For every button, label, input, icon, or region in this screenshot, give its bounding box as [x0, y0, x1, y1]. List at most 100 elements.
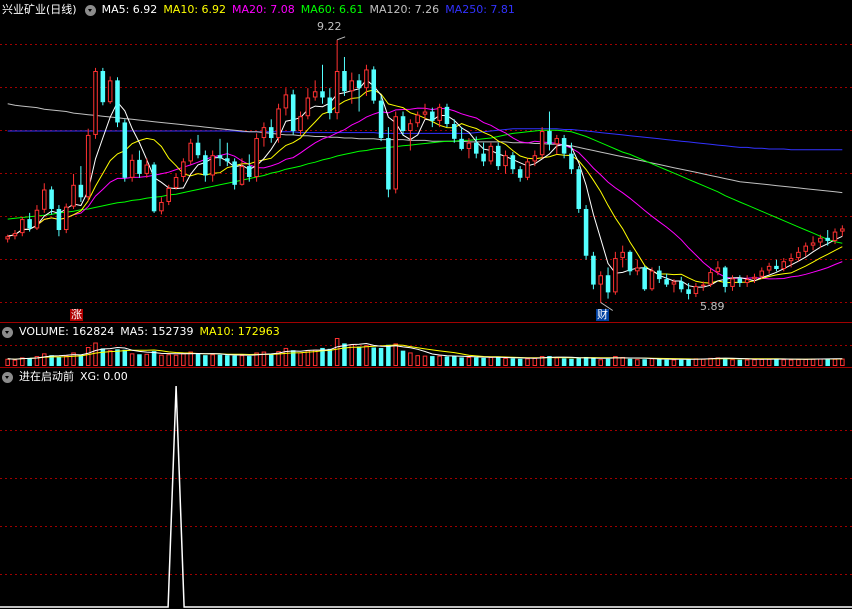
volume-bar [693, 358, 699, 366]
volume-bar [386, 344, 391, 366]
candle-body [203, 155, 208, 176]
volume-bar [356, 346, 362, 366]
candle-body [715, 267, 721, 273]
volume-label: VOLUME: 162824 [19, 325, 115, 338]
volume-bar [774, 358, 779, 366]
cai-event-tag[interactable]: 财 [596, 309, 609, 321]
volume-bar [664, 359, 669, 366]
candle-body [481, 153, 486, 162]
candle-body [268, 127, 274, 139]
candle-body [737, 278, 743, 284]
ma250-label: MA250: 7.81 [445, 3, 515, 16]
zhang-event-tag[interactable]: 涨 [70, 309, 83, 321]
candle-body [693, 286, 699, 294]
candle-body [613, 258, 618, 293]
candle-body [473, 142, 479, 154]
candle-body [166, 187, 172, 202]
candle-body [525, 161, 530, 178]
candle-body [85, 134, 91, 198]
candle-body [803, 245, 809, 252]
volume-bar [159, 354, 164, 367]
volume-bar [166, 354, 172, 366]
candle-body [34, 209, 40, 229]
candle-body [700, 284, 706, 287]
candle-body [759, 270, 765, 277]
volume-bar [722, 358, 728, 366]
volume-bar [342, 343, 347, 366]
chevron-down-icon[interactable] [2, 371, 13, 383]
volume-bar [444, 356, 450, 366]
candle-body [239, 166, 245, 185]
volume-bar [481, 357, 486, 366]
volume-bar [473, 357, 479, 366]
candle-body [100, 71, 106, 103]
volume-bar [415, 355, 420, 366]
high-price-annotation: 9.22 [317, 20, 342, 33]
candle-body [452, 124, 457, 139]
volume-bar [569, 358, 574, 366]
volume-bar [810, 358, 816, 367]
candle-body [627, 251, 633, 272]
chevron-down-icon[interactable] [84, 4, 96, 16]
candle-body [195, 142, 201, 156]
candle-body [364, 69, 369, 89]
volume-bar [657, 359, 662, 366]
candle-body [93, 71, 98, 135]
candle-body [356, 80, 362, 89]
volume-bar [349, 344, 355, 366]
volume-bar [422, 355, 428, 367]
volume-bar [437, 355, 442, 367]
candle-body [752, 276, 757, 280]
candle-body [832, 231, 838, 241]
candle-body [334, 71, 340, 114]
volume-bar [737, 359, 743, 366]
candle-body [788, 258, 794, 262]
volume-bar [488, 356, 494, 367]
candle-body [488, 145, 494, 162]
candle-body [20, 219, 25, 234]
candle-body [722, 267, 728, 287]
volume-bar [85, 347, 91, 366]
volume-bar [700, 358, 706, 367]
candle-body [305, 97, 311, 117]
volume-bar [591, 358, 596, 366]
candle-body [437, 106, 442, 121]
xg-signal-line [0, 385, 852, 608]
candle-body [254, 138, 259, 178]
candle-body [276, 108, 281, 139]
volume-bar [247, 356, 252, 366]
ma5-label: MA5: 6.92 [101, 3, 158, 16]
volume-bar [393, 343, 398, 366]
candle-body [510, 155, 516, 170]
candle-body [840, 228, 845, 232]
volume-bar [459, 357, 464, 366]
candle-body [298, 116, 303, 132]
candle-body [159, 201, 164, 212]
volume-bar [818, 358, 823, 366]
volume-bar [210, 354, 215, 366]
volume-bar [430, 356, 435, 366]
candle-body [415, 114, 420, 124]
candle-body [78, 184, 84, 198]
volume-bar [107, 350, 113, 366]
volume-bar [217, 354, 223, 366]
ma250-line [7, 128, 843, 151]
chevron-down-icon[interactable] [2, 326, 13, 338]
candle-body [583, 208, 589, 256]
volume-bar [554, 357, 560, 366]
volume-bar [41, 353, 47, 366]
volume-bar [605, 358, 611, 366]
volume-bar [151, 351, 157, 366]
candle-body [56, 208, 62, 231]
stock-name[interactable]: 兴业矿业(日线) [2, 1, 77, 19]
candle-body [818, 237, 823, 243]
indicator-name[interactable]: 进在启动前 [19, 368, 74, 386]
volume-bar [378, 347, 384, 366]
candle-body [422, 111, 428, 115]
volume-bar [840, 358, 845, 366]
candle-body [393, 116, 398, 190]
candle-body [400, 116, 406, 132]
candle-body [642, 267, 647, 290]
volume-bar [63, 355, 69, 367]
candle-body [554, 138, 560, 145]
